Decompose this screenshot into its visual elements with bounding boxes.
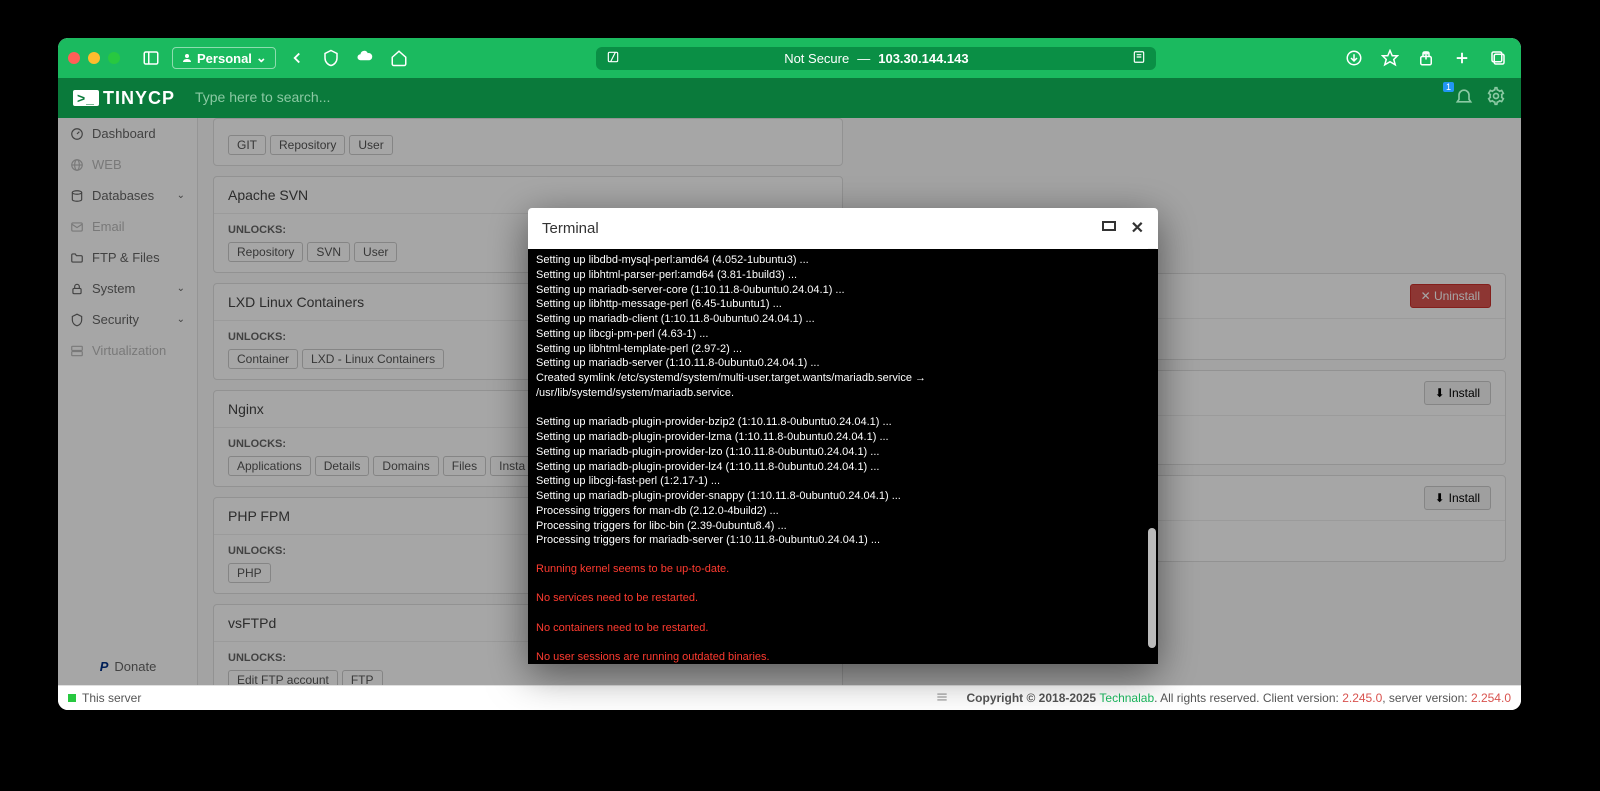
logo-text: TINYCP: [103, 88, 175, 109]
logo-prefix: >_: [73, 90, 99, 106]
downloads-icon[interactable]: [1341, 45, 1367, 71]
home-icon[interactable]: [386, 45, 412, 71]
titlebar: Personal ⌄ Not Secure — 103.30.144.143: [58, 38, 1521, 78]
url-host: 103.30.144.143: [878, 51, 968, 66]
maximize-window-button[interactable]: [108, 52, 120, 64]
logo[interactable]: >_ TINYCP: [73, 88, 175, 109]
reader-icon[interactable]: [1132, 50, 1146, 67]
back-button[interactable]: [284, 45, 310, 71]
modal-header: Terminal ✕: [528, 208, 1158, 249]
close-window-button[interactable]: [68, 52, 80, 64]
modal-scrollbar[interactable]: [1148, 248, 1156, 658]
server-version: 2.254.0: [1471, 691, 1511, 705]
footer: This server Copyright © 2018-2025 Techna…: [58, 685, 1521, 710]
chevron-down-icon: ⌄: [256, 50, 267, 66]
search-input[interactable]: [195, 89, 1434, 105]
sidebar-toggle-icon[interactable]: [138, 45, 164, 71]
shield-icon[interactable]: [318, 45, 344, 71]
url-bar[interactable]: Not Secure — 103.30.144.143: [460, 47, 1293, 70]
cloud-icon[interactable]: [352, 45, 378, 71]
browser-window: Personal ⌄ Not Secure — 103.30.144.143: [58, 38, 1521, 710]
modal-title: Terminal: [542, 220, 599, 237]
list-icon[interactable]: [935, 690, 949, 707]
client-version: 2.245.0: [1342, 691, 1382, 705]
settings-icon[interactable]: [1486, 86, 1506, 111]
maximize-icon[interactable]: [1101, 218, 1117, 239]
url-insecure-label: Not Secure: [784, 51, 849, 66]
server-status-icon: [68, 694, 76, 702]
share-icon[interactable]: [1413, 45, 1439, 71]
search-wrap: [195, 89, 1434, 107]
scrollbar-thumb[interactable]: [1148, 528, 1156, 648]
minimize-window-button[interactable]: [88, 52, 100, 64]
new-tab-icon[interactable]: [1449, 45, 1475, 71]
server-label: This server: [82, 691, 141, 705]
company-link[interactable]: Technalab: [1099, 691, 1154, 705]
profile-label: Personal: [197, 51, 252, 66]
app-header: >_ TINYCP 1: [58, 78, 1521, 118]
terminal-output[interactable]: Setting up libdbd-mysql-perl:amd64 (4.05…: [528, 249, 1158, 664]
terminal-modal: Terminal ✕ Setting up libdbd-mysql-perl:…: [528, 208, 1158, 664]
bookmarks-icon[interactable]: [1377, 45, 1403, 71]
insecure-icon: [606, 50, 620, 67]
close-icon[interactable]: ✕: [1131, 218, 1144, 239]
traffic-lights: [68, 52, 120, 64]
tabs-overview-icon[interactable]: [1485, 45, 1511, 71]
notif-badge: 1: [1443, 82, 1454, 92]
profile-button[interactable]: Personal ⌄: [172, 47, 276, 69]
notifications-icon[interactable]: 1: [1454, 86, 1474, 111]
